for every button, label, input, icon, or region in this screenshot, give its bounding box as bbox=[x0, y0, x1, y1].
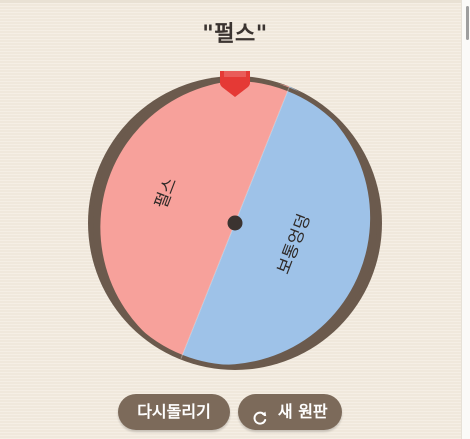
respin-button[interactable]: 다시돌리기 bbox=[118, 394, 230, 430]
result-title: "펄스" bbox=[202, 22, 268, 47]
spinner-page: "펄스" 펄스 보통엉덩 다시돌리기 새 원판 bbox=[0, 0, 470, 439]
scroll-edge bbox=[461, 0, 470, 439]
respin-button-label: 다시돌리기 bbox=[137, 402, 211, 421]
top-edge bbox=[0, 0, 462, 3]
spin-wheel[interactable]: 펄스 보통엉덩 bbox=[85, 71, 385, 371]
new-wheel-button-label: 새 원판 bbox=[277, 402, 328, 421]
new-wheel-button[interactable]: 새 원판 bbox=[238, 394, 342, 430]
refresh-icon bbox=[252, 403, 268, 425]
wheel-hub bbox=[227, 215, 243, 231]
action-buttons: 다시돌리기 새 원판 bbox=[0, 394, 470, 434]
